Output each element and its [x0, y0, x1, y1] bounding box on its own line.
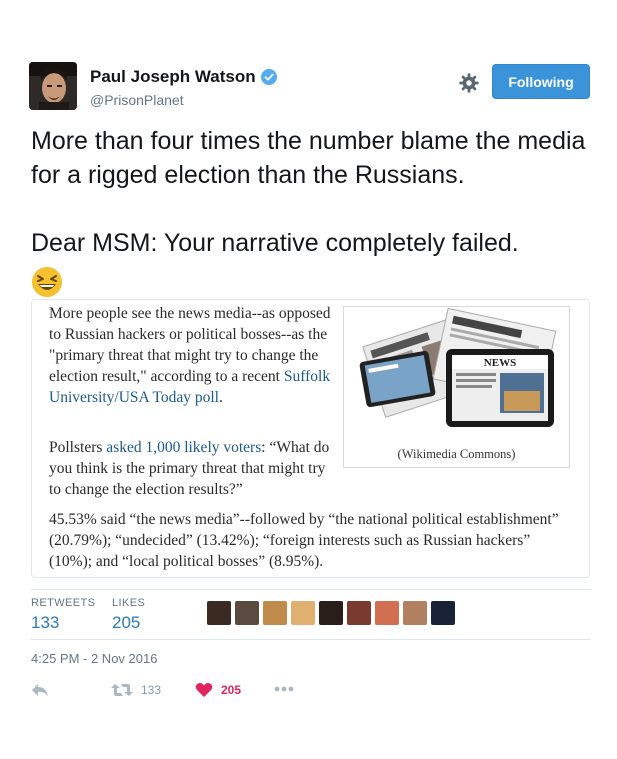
author-name-row[interactable]: Paul Joseph Watson: [90, 67, 277, 87]
tablet-headline: NEWS: [484, 357, 516, 369]
retweets-stat[interactable]: RETWEETS 133: [31, 597, 95, 633]
liker-avatar[interactable]: [431, 601, 455, 625]
newspapers-tablet-image: NEWS: [359, 307, 557, 427]
author-handle[interactable]: @PrisonPlanet: [90, 92, 184, 108]
author-name[interactable]: Paul Joseph Watson: [90, 67, 256, 87]
liker-avatar[interactable]: [263, 601, 287, 625]
reply-action[interactable]: [31, 682, 49, 698]
following-button[interactable]: Following: [492, 64, 590, 99]
tweet-line-1: More than four times the number blame th…: [31, 127, 586, 189]
retweet-action[interactable]: 133: [111, 682, 161, 698]
liker-avatar[interactable]: [319, 601, 343, 625]
liker-avatar[interactable]: [347, 601, 371, 625]
card-paragraph-2: Pollsters asked 1,000 likely voters: “Wh…: [49, 437, 339, 500]
liker-avatar[interactable]: [375, 601, 399, 625]
laughing-emoji-icon: [32, 267, 62, 297]
retweets-label: RETWEETS: [31, 597, 96, 609]
avatar-image: [29, 62, 77, 110]
retweet-icon: [111, 684, 133, 696]
verified-badge-icon: [260, 69, 277, 85]
tweet-page: Paul Joseph Watson @PrisonPlanet Followi…: [0, 0, 617, 759]
likes-stat[interactable]: LIKES 205: [112, 597, 145, 633]
tweet-timestamp[interactable]: 4:25 PM - 2 Nov 2016: [31, 651, 157, 666]
liker-avatar[interactable]: [403, 601, 427, 625]
reply-icon: [32, 684, 48, 696]
card-image[interactable]: NEWS (Wikimedia Commons): [343, 306, 570, 468]
likes-label: LIKES: [112, 597, 146, 609]
tweet-text: More than four times the number blame th…: [31, 124, 591, 307]
divider-top: [31, 589, 591, 590]
retweet-count: 133: [141, 683, 162, 697]
like-action[interactable]: 205: [195, 682, 241, 698]
card-paragraph-1: More people see the news media--as oppos…: [49, 303, 339, 408]
like-count: 205: [221, 683, 242, 697]
more-action[interactable]: [274, 686, 294, 692]
heart-icon: [195, 683, 213, 697]
retweets-count[interactable]: 133: [31, 613, 95, 633]
liker-avatar[interactable]: [291, 601, 315, 625]
article-card[interactable]: More people see the news media--as oppos…: [31, 299, 590, 578]
image-caption: (Wikimedia Commons): [397, 447, 516, 461]
card-paragraph-2-start: Pollsters: [49, 439, 107, 456]
more-dots-icon: [274, 686, 294, 692]
avatar[interactable]: [29, 62, 77, 110]
card-paragraph-1-end: .: [219, 389, 223, 406]
gear-icon[interactable]: [458, 72, 480, 94]
divider-bottom: [31, 639, 591, 640]
liker-avatar[interactable]: [207, 601, 231, 625]
likely-voters-link[interactable]: asked 1,000 likely voters: [106, 439, 261, 456]
liker-avatar[interactable]: [235, 601, 259, 625]
card-paragraph-3: 45.53% said “the news media”--followed b…: [49, 511, 559, 570]
tweet-line-2: Dear MSM: Your narrative completely fail…: [31, 229, 519, 257]
likes-count[interactable]: 205: [112, 613, 145, 633]
liker-avatars: [207, 601, 455, 625]
